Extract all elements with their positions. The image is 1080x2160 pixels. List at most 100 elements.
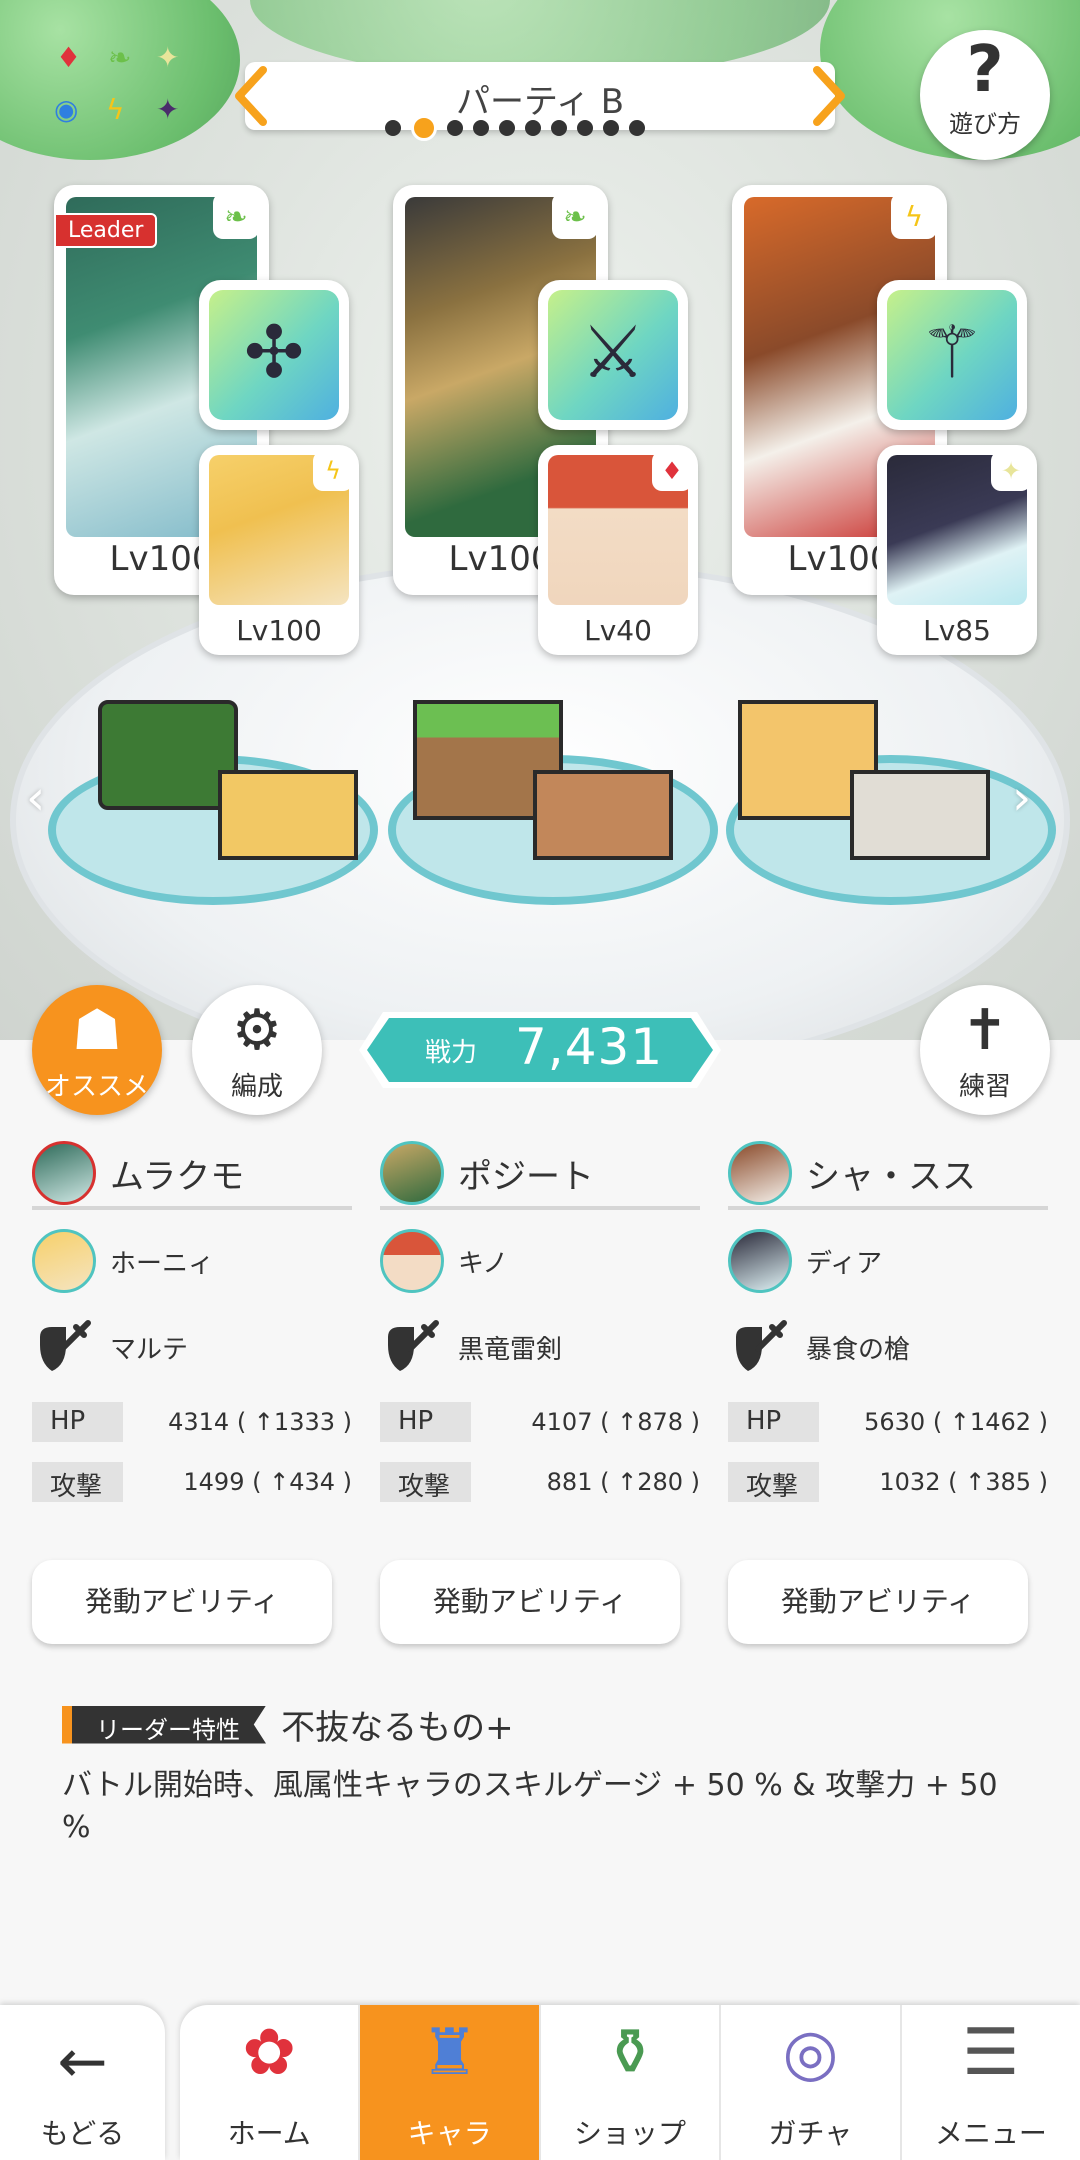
- training-dummy-icon: ✝: [961, 998, 1009, 1063]
- attack-label: 攻撃: [50, 1472, 103, 1502]
- scroll-left-icon[interactable]: ‹: [26, 770, 45, 826]
- grass-block: [98, 700, 238, 810]
- main-name: ポジート: [458, 1156, 594, 1197]
- question-icon: ?: [966, 33, 1004, 107]
- scroll-right-icon[interactable]: ›: [1012, 770, 1031, 826]
- leader-trait-name: 不抜なるもの+: [281, 1708, 514, 1748]
- tab-home[interactable]: ✿ ホーム: [180, 2005, 358, 2160]
- support-name: ディア: [806, 1248, 883, 1279]
- leader-trait-description: バトル開始時、風属性キャラのスキルゲージ + 50 % & 攻撃力 + 50 %: [62, 1768, 998, 1845]
- sand-block: [218, 770, 358, 860]
- ability-button[interactable]: 発動アビリティ: [728, 1560, 1028, 1644]
- tab-gacha[interactable]: ◎ ガチャ: [719, 2005, 899, 2160]
- attack-stat: 攻撃 1032 ( ↑385 ): [728, 1462, 1048, 1502]
- hp-value: 4314 ( ↑1333 ): [168, 1408, 352, 1436]
- ability-button[interactable]: 発動アビリティ: [32, 1560, 332, 1644]
- attack-stat: 攻撃 881 ( ↑280 ): [380, 1462, 700, 1502]
- support-character-card[interactable]: ϟ Lv100: [199, 445, 359, 655]
- support-character-card[interactable]: ♦ Lv40: [538, 445, 698, 655]
- avatar: [32, 1229, 96, 1293]
- menu-icon: ☰: [962, 2016, 1020, 2090]
- power-value: 7,431: [515, 1018, 664, 1076]
- attack-stat: 攻撃 1499 ( ↑434 ): [32, 1462, 352, 1502]
- equipment-shield-icon: [388, 1320, 439, 1371]
- chevron-right-icon[interactable]: [811, 66, 847, 126]
- page-dot[interactable]: [525, 120, 541, 136]
- help-button[interactable]: ? 遊び方: [920, 30, 1050, 160]
- page-dot[interactable]: [473, 120, 489, 136]
- page-dot[interactable]: [629, 120, 645, 136]
- support-character-card[interactable]: ✦ Lv85: [877, 445, 1037, 655]
- party-page-indicator[interactable]: [385, 115, 695, 141]
- support-character-row[interactable]: ホーニィ: [32, 1226, 352, 1296]
- main-character-row[interactable]: シャ・スス: [728, 1140, 1048, 1210]
- attack-value: 1499 ( ↑434 ): [183, 1468, 352, 1496]
- attack-label: 攻撃: [398, 1472, 451, 1502]
- practice-button[interactable]: ✝ 練習: [920, 985, 1050, 1115]
- weapon-row[interactable]: マルテ: [32, 1312, 352, 1382]
- fire-diamond-icon: ♦: [56, 41, 82, 74]
- weapon-row[interactable]: 黒竜雷剣: [380, 1312, 700, 1382]
- avatar: [728, 1141, 792, 1205]
- help-label: 遊び方: [949, 110, 1021, 138]
- main-name: ムラクモ: [110, 1156, 245, 1197]
- hp-value: 4107 ( ↑878 ): [531, 1408, 700, 1436]
- party-scene: ♦ ❧ ✦ ◉ ϟ ✦ パーティ B ? 遊び方 ❧ Leader Lv100 …: [0, 0, 1080, 1050]
- tab-character[interactable]: ♜ キャラ: [358, 2005, 539, 2160]
- weapon-slot[interactable]: ⚚: [877, 280, 1027, 430]
- page-dot[interactable]: [447, 120, 463, 136]
- ability-button[interactable]: 発動アビリティ: [380, 1560, 680, 1644]
- tab-label: ホーム: [227, 2117, 311, 2150]
- hp-stat: HP 5630 ( ↑1462 ): [728, 1402, 1048, 1442]
- avatar: [380, 1141, 444, 1205]
- power-display: 戦力 7,431: [355, 1008, 725, 1092]
- tab-menu[interactable]: ☰ メニュー: [899, 2005, 1080, 2160]
- light-element-icon: ✦: [991, 451, 1031, 491]
- stone-block: [850, 770, 990, 860]
- character-icon: ♜: [420, 2016, 479, 2090]
- back-label: もどる: [40, 2117, 125, 2150]
- formation-button[interactable]: ⚙ 編成: [192, 985, 322, 1115]
- equipment-shield-icon: [736, 1320, 787, 1371]
- page-dot[interactable]: [411, 115, 437, 141]
- page-dot[interactable]: [603, 120, 619, 136]
- unit-slot-1: ❧ Leader Lv100 ✣ ϟ Lv100: [54, 185, 374, 665]
- page-dot[interactable]: [499, 120, 515, 136]
- power-label: 戦力: [425, 1038, 478, 1068]
- support-level: Lv40: [584, 614, 652, 647]
- tab-label: キャラ: [407, 2117, 492, 2150]
- back-button[interactable]: ← もどる: [0, 2005, 165, 2160]
- avatar: [380, 1229, 444, 1293]
- tab-label: メニュー: [934, 2117, 1047, 2150]
- element-legend: ♦ ❧ ✦ ◉ ϟ ✦: [48, 44, 198, 134]
- sword-weapon-icon: ⚔: [580, 310, 646, 394]
- spear-weapon-icon: ⚚: [919, 310, 985, 394]
- avatar: [32, 1141, 96, 1205]
- tab-shop[interactable]: ⚱ ショップ: [538, 2005, 719, 2160]
- weapon-slot[interactable]: ⚔: [538, 280, 688, 430]
- main-character-row[interactable]: ポジート: [380, 1140, 700, 1210]
- weapon-name: マルテ: [110, 1334, 189, 1365]
- water-circle-icon: ◉: [54, 93, 79, 126]
- weapon-row[interactable]: 暴食の槍: [728, 1312, 1048, 1382]
- avatar: [728, 1229, 792, 1293]
- main-character-row[interactable]: ムラクモ: [32, 1140, 352, 1210]
- bottom-nav: ← もどる ✿ ホーム ♜ キャラ ⚱ ショップ ◎ ガチャ ☰ メニュー: [0, 2005, 1080, 2160]
- tab-label: ガチャ: [768, 2117, 853, 2150]
- recommend-button[interactable]: ☗ オススメ: [32, 985, 162, 1115]
- page-dot[interactable]: [577, 120, 593, 136]
- dark-star-icon: ✦: [156, 93, 180, 126]
- light-sparkle-icon: ✦: [156, 41, 180, 74]
- support-character-row[interactable]: ディア: [728, 1226, 1048, 1296]
- page-dot[interactable]: [385, 120, 401, 136]
- hp-value: 5630 ( ↑1462 ): [864, 1408, 1048, 1436]
- support-character-row[interactable]: キノ: [380, 1226, 700, 1296]
- unit-stats-column-1: ムラクモ ホーニィ マルテ HP 4314 ( ↑1333 ) 攻撃 1499 …: [32, 1140, 352, 1502]
- weapon-slot[interactable]: ✣: [199, 280, 349, 430]
- hp-stat: HP 4107 ( ↑878 ): [380, 1402, 700, 1442]
- tab-label: ショップ: [574, 2117, 687, 2150]
- attack-value: 881 ( ↑280 ): [546, 1468, 700, 1496]
- wind-element-icon: ❧: [213, 193, 259, 239]
- page-dot[interactable]: [551, 120, 567, 136]
- formation-label: 編成: [230, 1072, 283, 1102]
